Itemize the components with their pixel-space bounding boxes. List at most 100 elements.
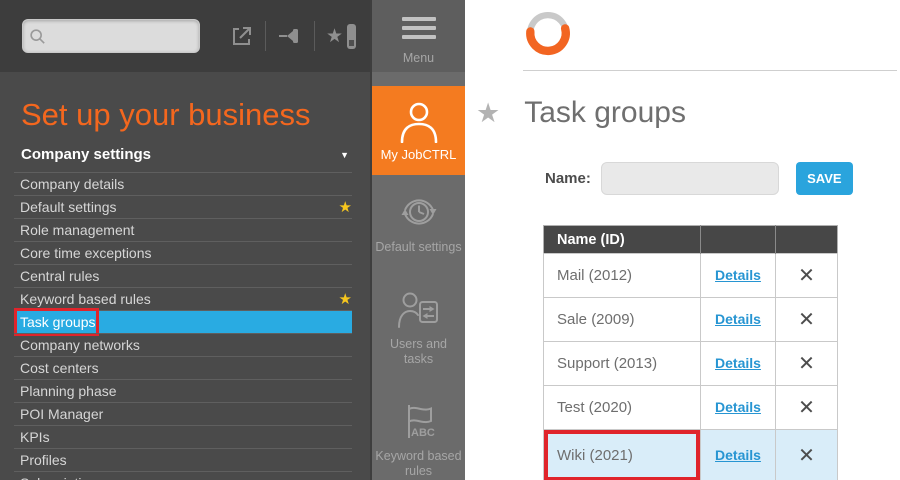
sidebar-title: Set up your business <box>21 97 349 133</box>
task-groups-table: Name (ID) Mail (2012) Details ✕ Sale (20… <box>543 225 838 480</box>
details-link[interactable]: Details <box>715 311 761 327</box>
hamburger-menu-icon <box>402 17 436 44</box>
nav-item-label: Keyword based rules <box>372 449 465 480</box>
sidebar-menu-item-label: Cost centers <box>20 360 99 376</box>
delete-x-icon[interactable]: ✕ <box>798 265 815 287</box>
nav-item-label: My JobCTRL <box>372 147 465 163</box>
sidebar-menu-item-label: Company networks <box>20 337 140 353</box>
nav-item-label: Default settings <box>372 240 465 256</box>
sidebar-menu-item-label: Planning phase <box>20 383 117 399</box>
nav-item-default-settings[interactable]: Default settings <box>372 191 465 256</box>
search-icon <box>29 27 46 46</box>
sidebar-menu-item-label: Task groups <box>20 314 95 330</box>
search-input[interactable] <box>46 27 193 45</box>
app-window: ★ Set up your business Company settings … <box>0 0 900 480</box>
main-content: ★ Task groups Name: SAVE Name (ID) Mail … <box>465 0 900 480</box>
users-tasks-icon <box>397 290 441 330</box>
details-link[interactable]: Details <box>715 447 761 463</box>
save-button[interactable]: SAVE <box>796 162 853 195</box>
nav-item-my-jobctrl[interactable]: My JobCTRL <box>372 86 465 174</box>
table-row-sale-2009: Sale (2009) Details ✕ <box>544 298 838 342</box>
nav-item-label: Menu <box>372 51 465 67</box>
history-clock-icon <box>398 191 440 233</box>
favorite-star-icon[interactable]: ★ <box>339 200 352 215</box>
user-icon <box>396 99 442 143</box>
sidebar-item-company-networks[interactable]: Company networks <box>14 333 352 356</box>
sidebar-item-role-management[interactable]: Role management <box>14 218 352 241</box>
delete-cell: ✕ <box>776 430 838 480</box>
sidebar-item-profiles[interactable]: Profiles <box>14 448 352 471</box>
topbar-icon-group: ★ <box>230 21 356 51</box>
delete-x-icon[interactable]: ✕ <box>798 353 815 375</box>
nav-item-keyword-based-rules[interactable]: ABC Keyword based rules <box>372 400 465 480</box>
module-nav: Menu My JobCTRL Default settings <box>370 0 465 480</box>
sidebar-item-poi-manager[interactable]: POI Manager <box>14 402 352 425</box>
table-header-row: Name (ID) <box>544 226 838 254</box>
sidebar-menu-item-label: Company details <box>20 176 124 192</box>
column-header-name-id: Name (ID) <box>544 226 701 254</box>
delete-cell: ✕ <box>776 298 838 342</box>
sidebar-menu-item-label: Profiles <box>20 452 67 468</box>
sidebar-menu-item-label: Default settings <box>20 199 117 215</box>
star-icon: ★ <box>326 27 343 46</box>
details-link[interactable]: Details <box>715 355 761 371</box>
delete-cell: ✕ <box>776 342 838 386</box>
details-cell: Details <box>701 298 776 342</box>
bookmark-bar-icon <box>347 24 356 49</box>
search-box[interactable] <box>22 19 200 53</box>
pin-icon[interactable] <box>277 25 303 47</box>
details-link[interactable]: Details <box>715 267 761 283</box>
sidebar-item-kpis[interactable]: KPIs <box>14 425 352 448</box>
column-header-details <box>701 226 776 254</box>
sidebar-item-task-groups[interactable]: Task groups <box>14 310 352 333</box>
details-cell: Details <box>701 342 776 386</box>
topbar-divider <box>314 21 315 51</box>
settings-sidebar: ★ Set up your business Company settings … <box>0 0 370 480</box>
header-divider <box>523 70 897 71</box>
external-link-icon[interactable] <box>230 24 254 48</box>
task-group-name-cell: Test (2020) <box>544 386 701 430</box>
favorite-star-icon[interactable]: ★ <box>476 100 500 127</box>
sidebar-topbar: ★ <box>0 0 370 72</box>
favorite-star-icon[interactable]: ★ <box>339 292 352 307</box>
sidebar-item-cost-centers[interactable]: Cost centers <box>14 356 352 379</box>
sidebar-item-keyword-based-rules[interactable]: Keyword based rules ★ <box>14 287 352 310</box>
section-company-settings[interactable]: Company settings ▼ <box>21 146 349 163</box>
sidebar-item-default-settings[interactable]: Default settings ★ <box>14 195 352 218</box>
table-row-mail-2012: Mail (2012) Details ✕ <box>544 254 838 298</box>
sidebar-menu-item-label: KPIs <box>20 429 50 445</box>
delete-x-icon[interactable]: ✕ <box>798 397 815 419</box>
svg-text:ABC: ABC <box>411 427 435 439</box>
delete-x-icon[interactable]: ✕ <box>798 445 815 467</box>
sidebar-menu-item-label: Central rules <box>20 268 99 284</box>
sidebar-item-planning-phase[interactable]: Planning phase <box>14 379 352 402</box>
name-input[interactable] <box>601 162 779 195</box>
sidebar-menu-item-label: Keyword based rules <box>20 291 151 307</box>
sidebar-item-core-time-exceptions[interactable]: Core time exceptions <box>14 241 352 264</box>
details-link[interactable]: Details <box>715 399 761 415</box>
column-header-delete <box>776 226 838 254</box>
task-group-name-cell: Mail (2012) <box>544 254 701 298</box>
page-heading: ★ Task groups <box>476 96 686 130</box>
table-row-test-2020: Test (2020) Details ✕ <box>544 386 838 430</box>
nav-item-label: Users and tasks <box>372 337 465 368</box>
details-cell: Details <box>701 254 776 298</box>
delete-x-icon[interactable]: ✕ <box>798 309 815 331</box>
new-task-group-form: Name: SAVE <box>545 162 853 195</box>
task-group-name-cell: Wiki (2021) <box>544 430 701 480</box>
sidebar-item-company-details[interactable]: Company details <box>14 172 352 195</box>
flag-abc-icon: ABC <box>397 400 441 442</box>
nav-item-menu[interactable]: Menu <box>372 0 465 72</box>
table-row-wiki-2021: Wiki (2021) Details ✕ <box>544 430 838 480</box>
task-group-name-cell: Sale (2009) <box>544 298 701 342</box>
sidebar-item-central-rules[interactable]: Central rules <box>14 264 352 287</box>
sidebar-item-subscription[interactable]: Subscription <box>14 471 352 480</box>
nav-item-users-and-tasks[interactable]: Users and tasks <box>372 290 465 368</box>
delete-cell: ✕ <box>776 386 838 430</box>
page-title: Task groups <box>524 96 686 130</box>
chevron-down-icon: ▼ <box>340 150 349 160</box>
task-group-name-cell: Support (2013) <box>544 342 701 386</box>
sidebar-menu-item-label: Role management <box>20 222 134 238</box>
details-cell: Details <box>701 386 776 430</box>
favorites-star-icon[interactable]: ★ <box>326 24 356 49</box>
